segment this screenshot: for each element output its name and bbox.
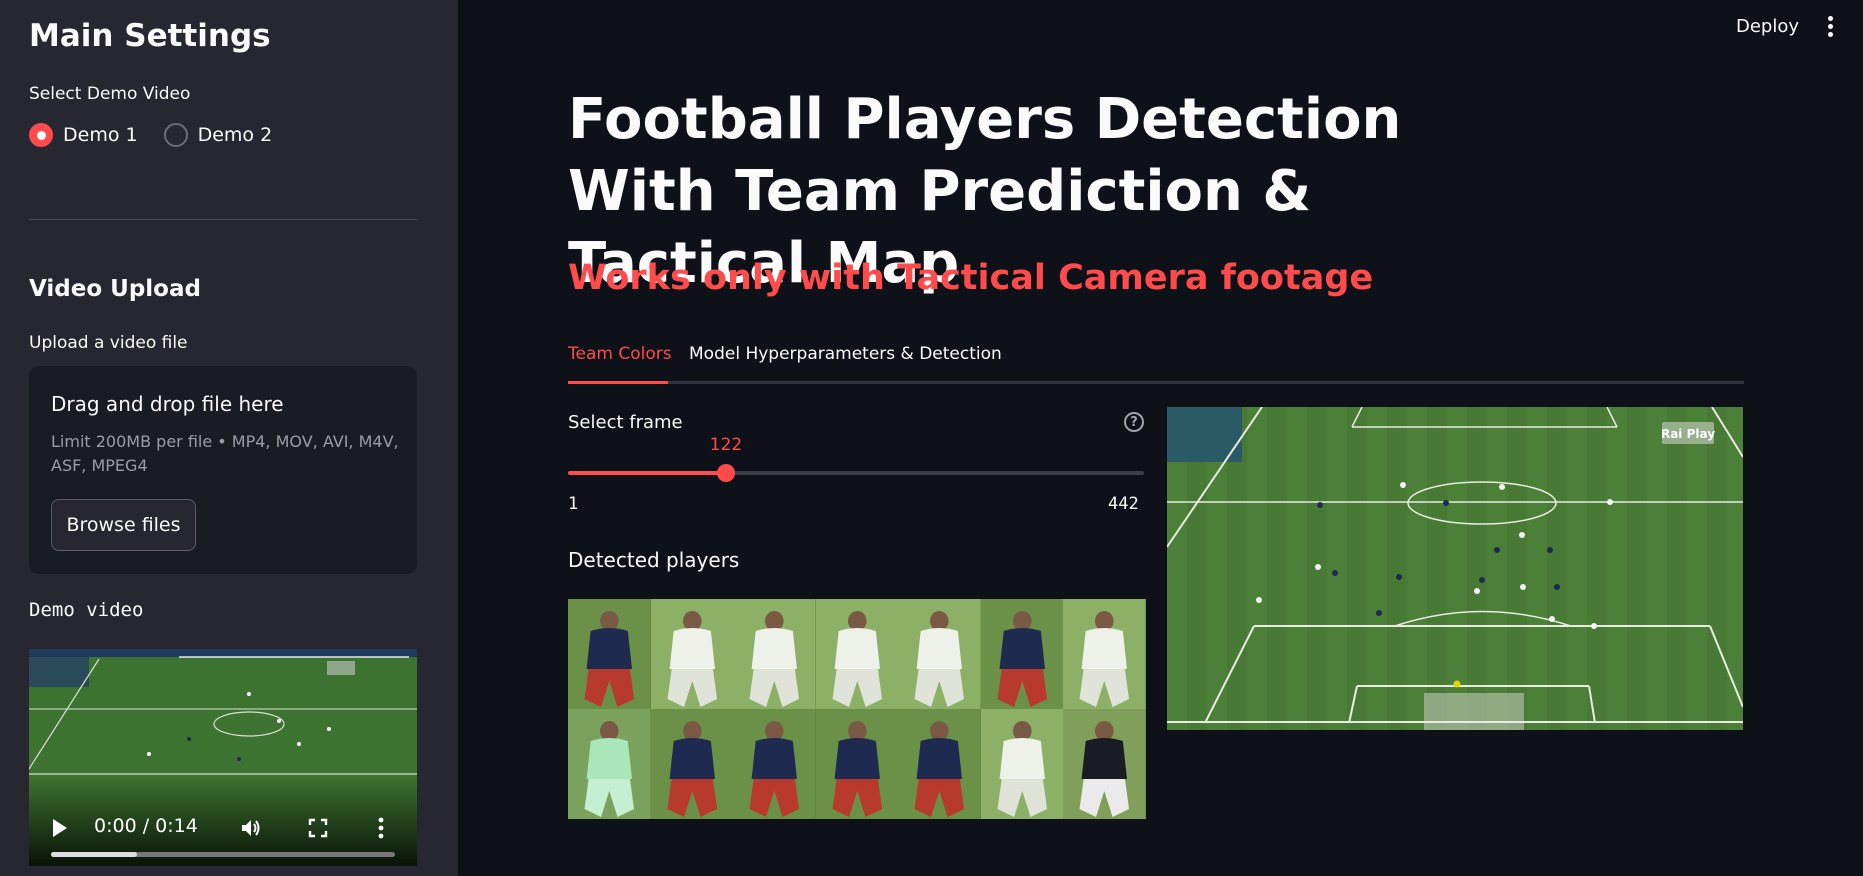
radio-demo-1[interactable]: Demo 1: [29, 123, 138, 147]
slider-min-label: 1: [568, 494, 579, 514]
tab-model-hyperparameters[interactable]: Model Hyperparameters & Detection: [689, 344, 1002, 364]
active-tab-indicator: [568, 381, 668, 384]
player-crop: [1063, 599, 1146, 709]
demo-video-player[interactable]: 0:00 / 0:14: [29, 649, 417, 866]
player-crop: [733, 709, 816, 819]
video-time: 0:00 / 0:14: [94, 815, 198, 837]
player-crop: [898, 709, 981, 819]
player-crop: [1063, 709, 1146, 819]
tab-bar: Team Colors Model Hyperparameters & Dete…: [568, 340, 1744, 384]
sidebar-divider: [29, 219, 417, 220]
tab-team-colors[interactable]: Team Colors: [568, 344, 672, 364]
video-progress-bar[interactable]: [51, 852, 395, 857]
player-crop: [815, 709, 899, 819]
player-crop: [980, 599, 1064, 709]
help-icon[interactable]: ?: [1124, 412, 1144, 432]
page-subtitle: Works only with Tactical Camera footage: [568, 258, 1374, 298]
watermark-text: Rai Play: [1661, 427, 1715, 441]
dropzone-limit: Limit 200MB per file • MP4, MOV, AVI, M4…: [51, 432, 399, 475]
dropzone-title: Drag and drop file here: [51, 392, 284, 416]
player-crop: [980, 709, 1064, 819]
player-crop: [733, 599, 816, 709]
detected-players-label: Detected players: [568, 548, 740, 572]
sidebar-title: Main Settings: [29, 18, 271, 54]
radio-checked-icon: [29, 123, 53, 147]
pitch-image: Rai Play: [1167, 407, 1743, 730]
radio-demo-1-label: Demo 1: [63, 124, 138, 146]
video-controls: 0:00 / 0:14: [29, 776, 417, 866]
deploy-button[interactable]: Deploy: [1736, 16, 1799, 37]
upload-label: Upload a video file: [29, 333, 188, 353]
slider-max-label: 442: [1108, 494, 1139, 514]
demo-video-label: Demo video: [29, 599, 144, 621]
player-crop: [568, 709, 651, 819]
demo-radio-group: Demo 1 Demo 2: [29, 123, 272, 147]
file-dropzone[interactable]: Drag and drop file here Limit 200MB per …: [29, 366, 417, 574]
video-progress-fill: [51, 852, 137, 857]
fullscreen-icon[interactable]: [308, 818, 328, 838]
player-crop: [815, 599, 899, 709]
slider-thumb[interactable]: [717, 464, 736, 482]
player-crop: [568, 599, 651, 709]
frame-slider[interactable]: 122: [568, 435, 1144, 482]
browse-files-button[interactable]: Browse files: [51, 499, 196, 551]
player-crop: [898, 599, 981, 709]
upload-section-title: Video Upload: [29, 276, 201, 302]
demo-select-label: Select Demo Video: [29, 84, 191, 104]
radio-unchecked-icon: [163, 123, 188, 147]
volume-icon[interactable]: [239, 816, 263, 840]
detected-players-grid: [568, 599, 1146, 819]
main-menu-icon[interactable]: [1820, 16, 1840, 40]
slider-value: 122: [709, 435, 743, 455]
player-crop: [650, 709, 734, 819]
more-options-icon[interactable]: [377, 817, 385, 839]
play-icon[interactable]: [51, 818, 69, 838]
player-crop: [650, 599, 734, 709]
select-frame-label: Select frame: [568, 412, 683, 433]
slider-fill: [568, 471, 727, 475]
sidebar: Main Settings Select Demo Video Demo 1 D…: [0, 0, 458, 876]
frame-preview-image: Rai Play: [1167, 407, 1743, 730]
radio-demo-2[interactable]: Demo 2: [163, 123, 273, 147]
radio-demo-2-label: Demo 2: [197, 124, 273, 146]
